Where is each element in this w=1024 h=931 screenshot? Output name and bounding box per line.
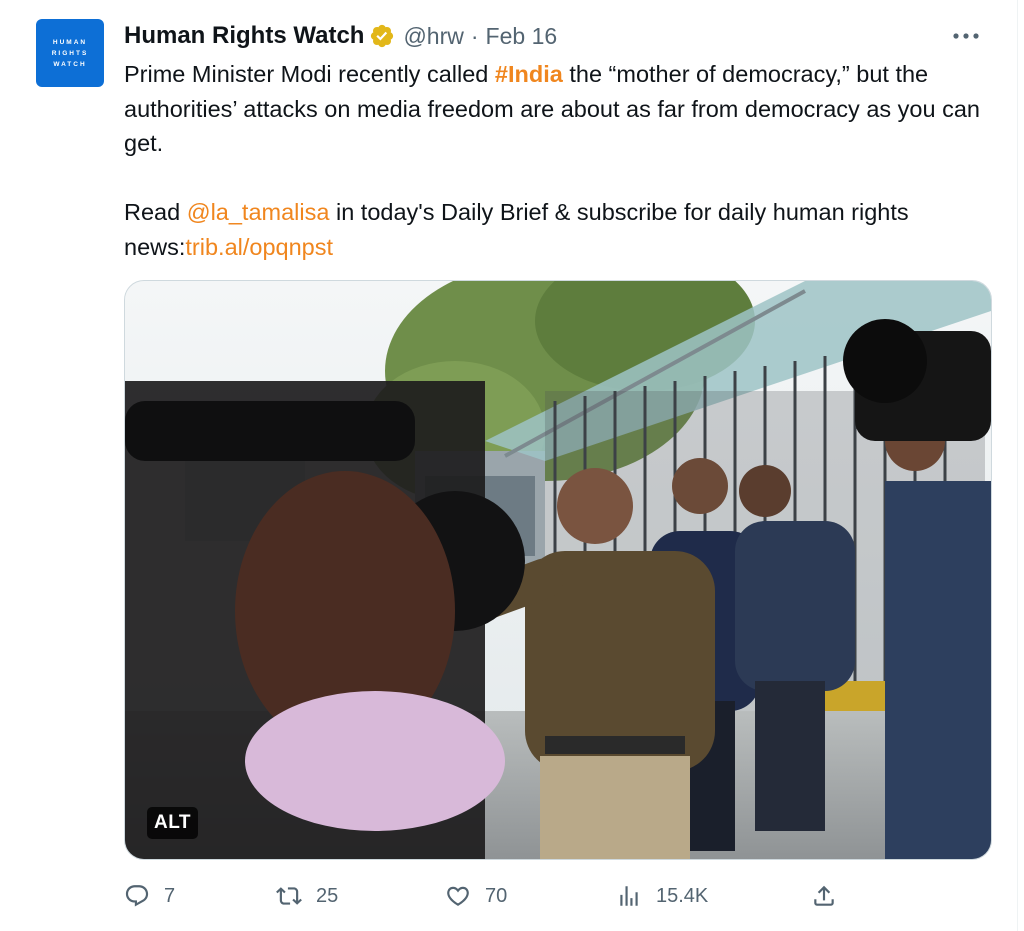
mention-link[interactable]: @la_tamalisa — [187, 199, 330, 225]
reply-count: 7 — [164, 884, 176, 907]
retweet-button[interactable]: 25 — [276, 876, 338, 916]
views-button[interactable]: 15.4K — [616, 876, 708, 916]
account-handle[interactable]: @hrw — [403, 23, 463, 50]
logo-line: RIGHTS — [51, 49, 89, 57]
like-count: 70 — [485, 884, 508, 907]
text-segment: Read — [124, 199, 187, 225]
verified-badge-icon — [371, 24, 394, 48]
retweet-icon — [276, 887, 302, 905]
url-link[interactable]: trib.al/opqnpst — [185, 234, 333, 260]
timeline-border — [1017, 0, 1018, 931]
share-icon — [814, 885, 834, 906]
separator: · — [470, 22, 479, 49]
reply-icon — [125, 885, 149, 907]
tweet-text: Prime Minister Modi recently called #Ind… — [124, 57, 1004, 264]
hashtag-link[interactable]: #India — [495, 61, 563, 87]
text-segment: Prime Minister Modi recently called — [124, 61, 495, 87]
retweet-count: 25 — [316, 884, 339, 907]
tweet-date[interactable]: Feb 16 — [486, 23, 558, 50]
account-name[interactable]: Human Rights Watch — [124, 22, 364, 50]
tweet-actions: 7 25 70 15.4K — [124, 876, 990, 916]
photo-scene — [125, 281, 991, 859]
views-count: 15.4K — [656, 884, 709, 907]
like-icon — [447, 886, 469, 906]
more-icon — [953, 33, 979, 39]
logo-line: WATCH — [53, 60, 87, 68]
tweet-paragraph-1: Prime Minister Modi recently called #Ind… — [124, 57, 1004, 161]
logo-line: HUMAN — [52, 38, 88, 46]
alt-text-button[interactable]: ALT — [147, 807, 199, 839]
reply-button[interactable]: 7 — [124, 876, 175, 916]
tweet-paragraph-2: Read @la_tamalisa in today's Daily Brief… — [124, 195, 1004, 264]
more-button[interactable] — [952, 26, 980, 46]
tweet-photo[interactable]: ALT — [124, 280, 992, 860]
share-button[interactable] — [811, 876, 837, 916]
views-icon — [620, 886, 638, 906]
tweet-header: Human Rights Watch @hrw · Feb 16 — [124, 20, 557, 52]
avatar[interactable]: HUMAN RIGHTS WATCH — [36, 19, 104, 87]
like-button[interactable]: 70 — [445, 876, 507, 916]
